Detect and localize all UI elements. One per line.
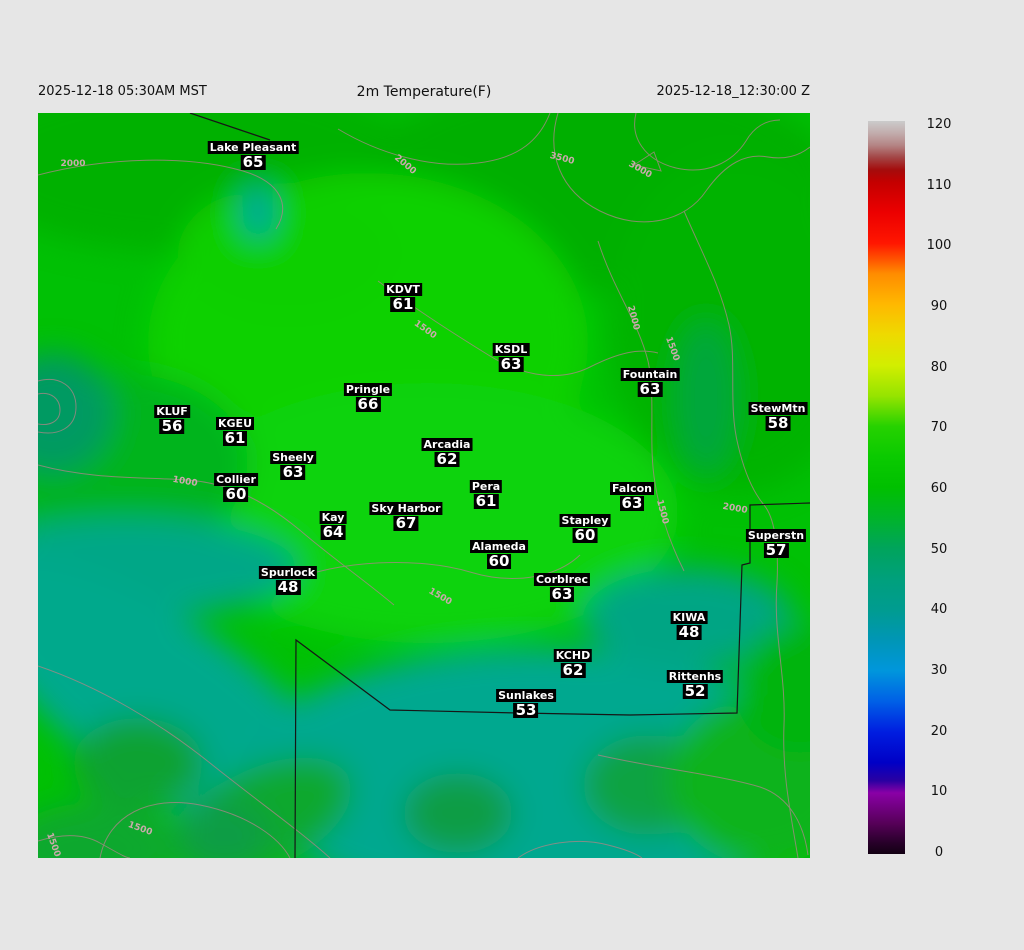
- station-label: Arcadia 62: [421, 435, 473, 468]
- station-label: Lake Pleasant 65: [207, 138, 299, 171]
- temperature-field-svg: [38, 113, 810, 858]
- station-value: 63: [619, 494, 645, 512]
- station-label: Collier 60: [214, 470, 258, 502]
- station-value: 48: [676, 623, 702, 641]
- station-value: 60: [223, 485, 249, 503]
- station-value: 56: [159, 417, 185, 435]
- station-label: KDVT 61: [384, 280, 422, 312]
- colorbar-tick-label: 40: [930, 602, 948, 618]
- temperature-map: 2000 2000 3500 3000 1500 2000 1500 1000 1500 2000…: [38, 113, 810, 858]
- colorbar-tick-label: 80: [930, 359, 948, 375]
- station-label: Stapley 60: [559, 511, 611, 544]
- station-value: 64: [320, 523, 346, 541]
- station-label: Fountain 63: [620, 365, 680, 398]
- colorbar-tick-label: 110: [926, 177, 952, 193]
- colorbar-tick-label: 50: [930, 541, 948, 557]
- station-label: Pringle 66: [343, 380, 393, 413]
- station-value: 67: [393, 514, 419, 532]
- station-label: Falcon 63: [610, 479, 654, 511]
- station-value: 65: [240, 153, 266, 171]
- station-label: KSDL 63: [492, 340, 530, 373]
- station-value: 61: [390, 295, 416, 313]
- station-label: Corblrec 63: [533, 570, 591, 603]
- right-timestamp: 2025-12-18_12:30:00 Z: [656, 84, 810, 99]
- colorbar: [868, 121, 905, 854]
- station-value: 62: [560, 661, 586, 679]
- colorbar-tick-label: 70: [930, 420, 948, 436]
- station-label: Pera 61: [469, 477, 503, 510]
- colorbar-tick-label: 120: [926, 117, 952, 132]
- station-value: 58: [765, 414, 791, 432]
- station-value: 63: [637, 380, 663, 398]
- station-label: Sky Harbor 67: [369, 499, 443, 532]
- station-label: Spurlock 48: [258, 563, 318, 596]
- station-value: 63: [549, 585, 575, 603]
- station-value: 60: [486, 552, 512, 570]
- station-value: 52: [682, 682, 708, 700]
- station-value: 63: [280, 463, 306, 481]
- station-label: KLUF 56: [154, 402, 190, 434]
- station-value: 60: [572, 526, 598, 544]
- station-value: 48: [275, 578, 301, 596]
- colorbar-tick-label: 20: [930, 723, 948, 739]
- colorbar-tick-label: 0: [934, 845, 944, 860]
- colorbar-tick-labels: 120 110 100 90 80 70 60 50 40 30 20 10 0: [905, 0, 1024, 950]
- contour-elevation-label: 2000: [60, 159, 86, 169]
- colorbar-tick-label: 90: [930, 299, 948, 314]
- station-label: KCHD 62: [553, 646, 593, 679]
- station-label: StewMtn 58: [748, 399, 808, 432]
- station-value: 61: [473, 492, 499, 510]
- station-label: KIWA 48: [670, 608, 708, 641]
- colorbar-tick-label: 100: [926, 238, 952, 254]
- station-label: Sheely 63: [270, 448, 316, 480]
- station-label: KGEU 61: [216, 414, 254, 446]
- station-label: Alameda 60: [470, 537, 528, 569]
- colorbar-tick-label: 60: [930, 481, 948, 496]
- station-value: 61: [222, 429, 248, 447]
- colorbar-tick-label: 30: [930, 663, 948, 678]
- station-value: 63: [498, 355, 524, 373]
- colorbar-tick-label: 10: [930, 784, 948, 800]
- station-value: 53: [513, 701, 539, 719]
- station-label: Sunlakes 53: [496, 686, 556, 718]
- station-value: 62: [434, 450, 460, 468]
- station-value: 57: [763, 541, 789, 559]
- station-label: Kay 64: [319, 508, 347, 541]
- station-value: 66: [355, 395, 381, 413]
- station-label: Superstn 57: [745, 526, 807, 559]
- station-label: Rittenhs 52: [666, 667, 724, 700]
- weather-plot-page: 2025-12-18 05:30AM MST 2m Temperature(F)…: [0, 0, 1024, 950]
